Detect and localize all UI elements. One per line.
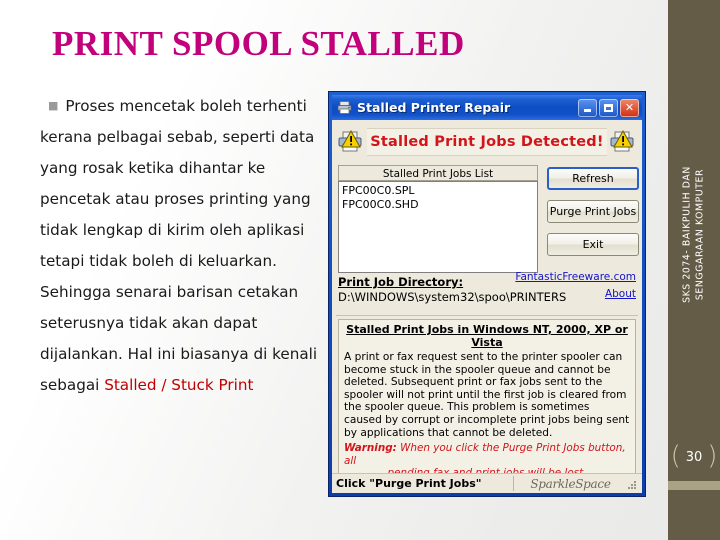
print-job-directory-row: Print Job Directory: D:\WINDOWS\system32… <box>338 271 636 313</box>
bracket-left: ( <box>670 441 681 471</box>
refresh-button[interactable]: Refresh <box>547 167 639 190</box>
window-titlebar[interactable]: Stalled Printer Repair ✕ <box>332 95 642 120</box>
page-number: 30 <box>685 449 703 465</box>
sidebar-accent-band <box>668 481 720 490</box>
maximize-button[interactable] <box>599 98 618 117</box>
fantasticfreeware-link[interactable]: FantasticFreeware.com <box>515 271 636 283</box>
course-label: SKS 2074- BAIKPULIH DAN SENGGARAAN KOMPU… <box>681 166 706 303</box>
about-link[interactable]: About <box>605 288 636 300</box>
status-bar-text: Click "Purge Print Jobs" Button to Fix <box>332 476 514 493</box>
jobs-list-column: Stalled Print Jobs List FPC00C0.SPL FPC0… <box>338 165 538 273</box>
printer-warning-icon-left <box>337 129 365 155</box>
printer-warning-icon-right <box>609 129 637 155</box>
page-title: PRINT SPOOL STALLED <box>52 24 465 63</box>
page-number-badge: ( 30 ) <box>668 440 720 474</box>
list-item[interactable]: FPC00C0.SHD <box>342 198 534 212</box>
body-paragraph: ■ Proses mencetak boleh terhenti kerana p… <box>40 90 328 401</box>
jobs-and-actions-row: Stalled Print Jobs List FPC00C0.SPL FPC0… <box>338 165 639 273</box>
slide-canvas: PRINT SPOOL STALLED ■ Proses mencetak bol… <box>0 0 720 540</box>
info-panel-body: A print or fax request sent to the print… <box>344 351 630 439</box>
window-content: Stalled Print Jobs Detected! Stalled Pri… <box>332 120 642 493</box>
right-sidebar: SKS 2074- BAIKPULIH DAN SENGGARAAN KOMPU… <box>668 0 720 540</box>
stalled-printer-repair-window[interactable]: Stalled Printer Repair ✕ Stalled Print J… <box>328 91 646 497</box>
bullet-icon: ■ <box>48 99 59 112</box>
close-button[interactable]: ✕ <box>620 98 639 117</box>
status-bar: Click "Purge Print Jobs" Button to Fix S… <box>332 473 642 493</box>
exit-button[interactable]: Exit <box>547 233 639 256</box>
close-icon: ✕ <box>624 101 635 114</box>
jobs-list-box[interactable]: FPC00C0.SPL FPC00C0.SHD <box>338 181 538 273</box>
body-text-highlight: Stalled / Stuck Print <box>104 376 254 394</box>
jobs-list-header: Stalled Print Jobs List <box>338 165 538 181</box>
window-title: Stalled Printer Repair <box>357 100 511 115</box>
warning-label: Warning: <box>344 442 397 455</box>
minimize-button[interactable] <box>578 98 597 117</box>
info-panel: Stalled Print Jobs in Windows NT, 2000, … <box>338 319 636 485</box>
resize-grip-icon[interactable] <box>627 478 639 490</box>
info-panel-title: Stalled Print Jobs in Windows NT, 2000, … <box>346 323 628 349</box>
vendor-logo: SparkleSpace <box>530 476 611 491</box>
section-divider <box>336 315 638 316</box>
maximize-icon <box>599 99 618 117</box>
alert-text: Stalled Print Jobs Detected! <box>367 127 607 156</box>
alert-banner: Stalled Print Jobs Detected! <box>337 124 637 159</box>
list-item[interactable]: FPC00C0.SPL <box>342 184 534 198</box>
print-job-directory-value: D:\WINDOWS\system32\spoo\PRINTERS <box>338 290 567 304</box>
purge-print-jobs-button[interactable]: Purge Print Jobs <box>547 200 639 223</box>
minimize-icon <box>578 99 597 117</box>
printer-icon <box>337 100 352 115</box>
body-text-main: Proses mencetak boleh terhenti kerana pe… <box>40 97 318 394</box>
bracket-right: ) <box>707 441 718 471</box>
action-buttons-column: Refresh Purge Print Jobs Exit <box>538 165 639 273</box>
